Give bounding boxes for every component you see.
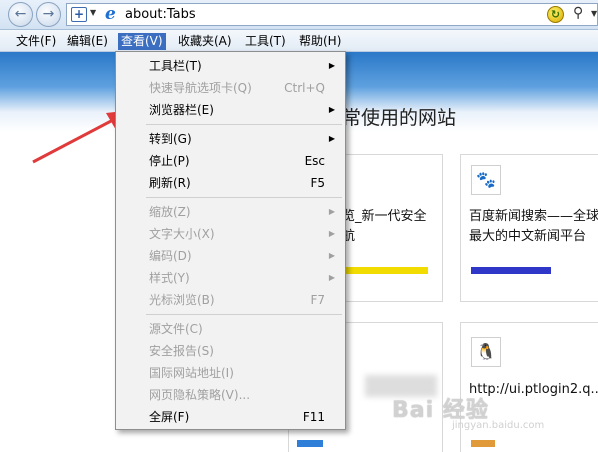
menu-item-privacy-policy[interactable]: 网页隐私策略(V)... (116, 384, 345, 406)
submenu-arrow-icon: ▶ (328, 134, 335, 143)
submenu-arrow-icon: ▶ (328, 105, 335, 114)
watermark-url: jingyan.baidu.com (452, 420, 545, 431)
submenu-arrow-icon: ▶ (328, 207, 335, 216)
menu-item-text-size[interactable]: 文字大小(X) ▶ (116, 223, 345, 245)
menu-item-full-screen[interactable]: 全屏(F) F11 (116, 406, 345, 428)
menu-item-style[interactable]: 样式(Y) ▶ (116, 267, 345, 289)
menu-item-caret-browsing[interactable]: 光标浏览(B) F7 (116, 289, 345, 311)
menu-separator (146, 314, 342, 315)
menu-item-encoding[interactable]: 编码(D) ▶ (116, 245, 345, 267)
menu-item-refresh[interactable]: 刷新(R) F5 (116, 172, 345, 194)
menu-item-quick-tabs[interactable]: 快速导航选项卡(Q) Ctrl+Q (116, 77, 345, 99)
menu-item-international-address[interactable]: 国际网站地址(I) (116, 362, 345, 384)
menu-item-go-to[interactable]: 转到(G) ▶ (116, 128, 345, 150)
view-menu-dropdown: 工具栏(T) ▶ 快速导航选项卡(Q) Ctrl+Q 浏览器栏(E) ▶ 转到(G) ▶… (115, 51, 346, 430)
submenu-arrow-icon: ▶ (328, 273, 335, 282)
menu-item-stop[interactable]: 停止(P) Esc (116, 150, 345, 172)
submenu-arrow-icon: ▶ (328, 229, 335, 238)
menu-item-security-report[interactable]: 安全报告(S) (116, 340, 345, 362)
menu-item-toolbars[interactable]: 工具栏(T) ▶ (116, 55, 345, 77)
submenu-arrow-icon: ▶ (328, 61, 335, 70)
menu-item-explorer-bars[interactable]: 浏览器栏(E) ▶ (116, 99, 345, 121)
menu-separator (146, 197, 342, 198)
menu-item-zoom[interactable]: 缩放(Z) ▶ (116, 201, 345, 223)
submenu-arrow-icon: ▶ (328, 251, 335, 260)
menu-separator (146, 124, 342, 125)
menu-item-source[interactable]: 源文件(C) (116, 318, 345, 340)
